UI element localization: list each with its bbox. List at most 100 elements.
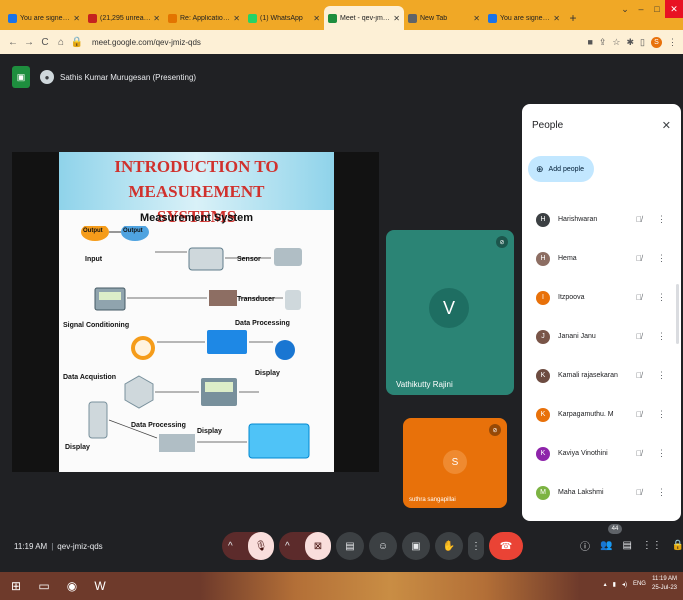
- language-indicator[interactable]: ENG: [633, 581, 646, 587]
- participant-row[interactable]: K Kamali rajasekaran 🎙̸ ⋮: [522, 356, 681, 395]
- sensor-device: [188, 247, 224, 271]
- chevron-up-icon[interactable]: ^: [285, 541, 290, 552]
- new-tab-button[interactable]: +: [564, 6, 582, 30]
- taskbar-clock[interactable]: 11:19 AM 25-Jul-23: [652, 575, 677, 593]
- more-options-button[interactable]: ⋮: [468, 532, 484, 560]
- more-icon[interactable]: ⋮: [657, 214, 666, 225]
- close-window-button[interactable]: ✕: [665, 0, 683, 18]
- meet-stage: ▣ ● Sathis Kumar Murugesan (Presenting) …: [0, 54, 683, 572]
- tab-close-icon[interactable]: ✕: [153, 14, 160, 23]
- taskbar-date: 25-Jul-23: [651, 585, 677, 591]
- people-icon[interactable]: 👥: [600, 540, 612, 551]
- tab-close-icon[interactable]: ✕: [393, 14, 400, 23]
- more-icon[interactable]: ⋮: [657, 331, 666, 342]
- menu-icon[interactable]: ⋮: [668, 37, 677, 48]
- tab-close-icon[interactable]: ✕: [313, 14, 320, 23]
- mic-off-icon[interactable]: 🎙̸: [636, 449, 642, 458]
- browser-tab[interactable]: You are signed in as o✕: [484, 6, 564, 30]
- participant-row[interactable]: I Itzpoova 🎙̸ ⋮: [522, 278, 681, 317]
- share-icon[interactable]: ⇪: [599, 37, 607, 48]
- tray-arrow-icon[interactable]: ▴: [604, 581, 607, 588]
- extensions-icon[interactable]: ✱: [627, 37, 635, 48]
- back-button[interactable]: ←: [6, 37, 20, 48]
- mic-off-icon[interactable]: 🎙̸: [636, 410, 642, 419]
- participant-row[interactable]: J Janani Janu 🎙̸ ⋮: [522, 317, 681, 356]
- participant-row[interactable]: M Maha Lakshmi 🎙̸ ⋮: [522, 473, 681, 512]
- scrollbar[interactable]: [676, 284, 679, 344]
- url-input[interactable]: meet.google.com/qev-jmiz-qds: [92, 38, 587, 47]
- browser-tab[interactable]: You are signed in as o✕: [4, 6, 84, 30]
- mic-off-icon[interactable]: 🎙̸: [636, 215, 642, 224]
- present-icon: ▣: [411, 540, 421, 552]
- presentation-icon[interactable]: ▣: [12, 66, 30, 88]
- presentation-frame: INTRODUCTION TO MEASUREMENT SYSTEMS Meas…: [12, 152, 379, 472]
- lock-icon[interactable]: 🔒: [672, 540, 683, 551]
- mic-off-icon[interactable]: 🎙̸: [636, 488, 642, 497]
- participant-avatar: H: [536, 251, 550, 266]
- taskbar-apps: ⊞ ▭ ◉ W: [6, 576, 110, 596]
- camera-control[interactable]: ^ ⊠: [279, 532, 331, 560]
- tab-close-icon[interactable]: ✕: [73, 14, 80, 23]
- more-icon[interactable]: ⋮: [657, 487, 666, 498]
- activities-icon[interactable]: ⋮⋮: [642, 540, 662, 551]
- participant-name: Vathikutty Rajini: [396, 380, 453, 389]
- meeting-time: 11:19 AM: [14, 542, 48, 551]
- tab-close-icon[interactable]: ✕: [553, 14, 560, 23]
- tab-close-icon[interactable]: ✕: [473, 14, 480, 23]
- more-icon[interactable]: ⋮: [657, 448, 666, 459]
- block-display-3: Display: [197, 428, 222, 435]
- mic-off-icon[interactable]: 🎙: [248, 532, 274, 560]
- browser-tab[interactable]: (1) WhatsApp ✕: [244, 6, 324, 30]
- chevron-down-icon[interactable]: ⌄: [617, 0, 633, 18]
- camera-off-icon[interactable]: ⊠: [305, 532, 331, 560]
- participant-row[interactable]: H Harishwaran 🎙̸ ⋮: [522, 200, 681, 239]
- browser-tab[interactable]: New Tab ✕: [404, 6, 484, 30]
- add-people-button[interactable]: ⊕ Add people: [528, 156, 594, 182]
- profile-avatar[interactable]: S: [651, 36, 662, 48]
- info-icon[interactable]: ⓘ: [580, 538, 590, 553]
- volume-icon[interactable]: ◂): [622, 581, 627, 588]
- network-icon[interactable]: ▮: [613, 581, 616, 588]
- participant-tile-s[interactable]: ⊘ S suthra sangapillai: [403, 418, 507, 508]
- maximize-button[interactable]: □: [649, 0, 665, 18]
- participant-row[interactable]: K Karpagamuthu. M 🎙̸ ⋮: [522, 395, 681, 434]
- sidepanel-icon[interactable]: ▯: [640, 37, 645, 48]
- tab-close-icon[interactable]: ✕: [233, 14, 240, 23]
- lock-icon[interactable]: 🔒: [70, 37, 84, 48]
- more-icon[interactable]: ⋮: [657, 370, 666, 381]
- chevron-up-icon[interactable]: ^: [228, 541, 233, 552]
- more-icon[interactable]: ⋮: [657, 292, 666, 303]
- camera-icon[interactable]: ■: [587, 37, 592, 47]
- participant-tile-v[interactable]: ⊘ V Vathikutty Rajini: [386, 230, 514, 395]
- more-icon[interactable]: ⋮: [657, 409, 666, 420]
- mic-off-icon[interactable]: 🎙̸: [636, 371, 642, 380]
- more-icon[interactable]: ⋮: [657, 253, 666, 264]
- close-icon[interactable]: ✕: [662, 119, 671, 132]
- microphone-control[interactable]: ^ 🎙: [222, 532, 274, 560]
- browser-tab[interactable]: Re: Application for IAC✕: [164, 6, 244, 30]
- mic-off-icon[interactable]: 🎙̸: [636, 332, 642, 341]
- minimize-button[interactable]: –: [633, 0, 649, 18]
- home-button[interactable]: ⌂: [54, 37, 68, 48]
- chat-icon[interactable]: ▤: [622, 540, 631, 551]
- reload-button[interactable]: C: [38, 37, 52, 48]
- mic-off-icon[interactable]: 🎙̸: [636, 293, 642, 302]
- browser-tab[interactable]: (21,295 unread) - suth✕: [84, 6, 164, 30]
- captions-button[interactable]: ▤: [336, 532, 364, 560]
- forward-button[interactable]: →: [22, 37, 36, 48]
- word-icon[interactable]: W: [90, 576, 110, 596]
- raise-hand-button[interactable]: ✋: [435, 532, 463, 560]
- chrome-icon[interactable]: ◉: [62, 576, 82, 596]
- file-explorer-icon[interactable]: ▭: [34, 576, 54, 596]
- windows-start-icon[interactable]: ⊞: [6, 576, 26, 596]
- participant-row[interactable]: H Hema 🎙̸ ⋮: [522, 239, 681, 278]
- star-icon[interactable]: ☆: [612, 37, 620, 48]
- present-button[interactable]: ▣: [402, 532, 430, 560]
- slide-header: INTRODUCTION TO MEASUREMENT SYSTEMS: [59, 152, 334, 226]
- mic-off-icon[interactable]: 🎙̸: [636, 254, 642, 263]
- emoji-button[interactable]: ☺: [369, 532, 397, 560]
- browser-tab[interactable]: Meet - qev-jmiz-q ✕: [324, 6, 404, 30]
- end-call-button[interactable]: ☎: [489, 532, 523, 560]
- participant-row[interactable]: K Kaviya Vinothini 🎙̸ ⋮: [522, 434, 681, 473]
- meeting-info: 11:19 AM | qev-jmiz-qds: [14, 542, 103, 551]
